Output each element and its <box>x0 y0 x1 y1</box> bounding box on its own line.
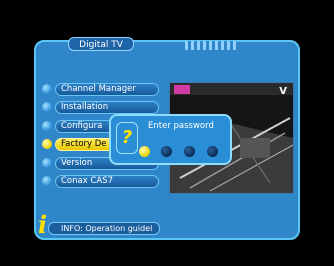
info-text: INFO: Operation guidel <box>61 224 153 233</box>
menu-item-label: Conax CAS7 <box>55 175 159 188</box>
menu-item-label: Installation <box>55 101 159 114</box>
bullet-icon <box>42 121 52 131</box>
pin-digit-2[interactable] <box>161 146 172 157</box>
page-title: Digital TV <box>68 37 134 51</box>
pin-digit-3[interactable] <box>184 146 195 157</box>
bullet-icon <box>42 102 52 112</box>
channel-logo: V <box>279 86 287 97</box>
selected-bullet-icon <box>42 139 52 149</box>
bullet-icon <box>42 84 52 94</box>
bullet-icon <box>42 158 52 168</box>
menu-item-channel-manager[interactable]: Channel Manager <box>42 83 162 96</box>
info-bar: INFO: Operation guidel <box>48 222 160 235</box>
pin-digit-1[interactable] <box>139 146 150 157</box>
menu-item-label: Channel Manager <box>55 83 159 96</box>
menu-item-installation[interactable]: Installation <box>42 101 162 114</box>
header-stripes <box>185 41 237 50</box>
bullet-icon <box>42 176 52 186</box>
info-icon: i <box>38 210 48 239</box>
pin-digit-4[interactable] <box>207 146 218 157</box>
dialog-title: Enter password <box>148 121 214 131</box>
menu-item-conax-cas7[interactable]: Conax CAS7 <box>42 175 162 188</box>
question-mark-icon: ? <box>116 122 138 154</box>
